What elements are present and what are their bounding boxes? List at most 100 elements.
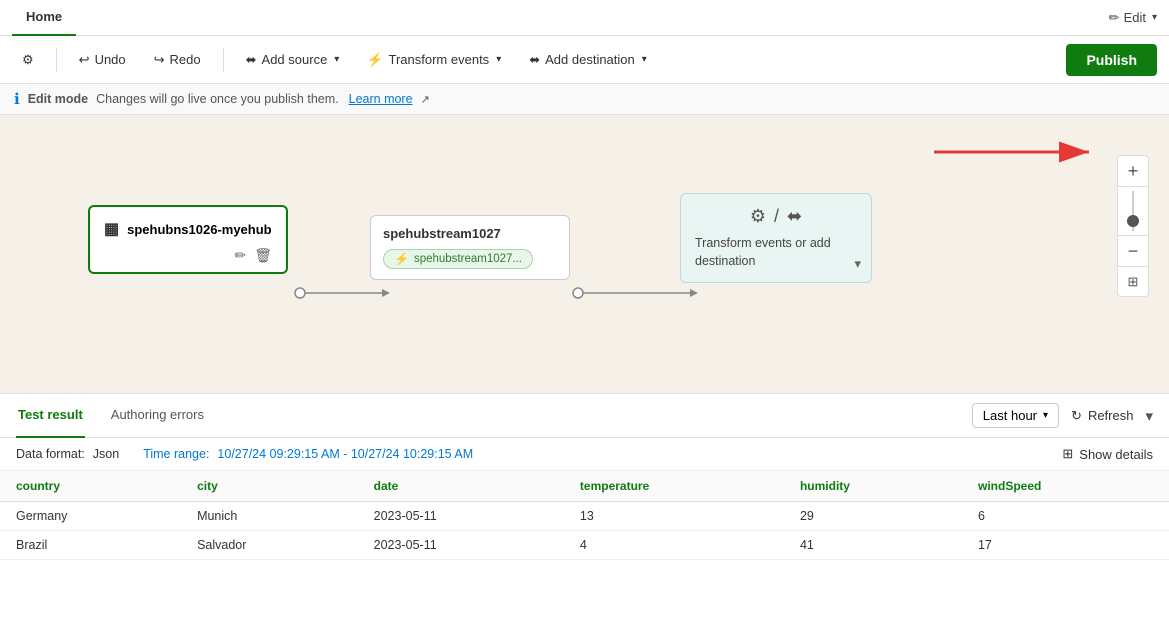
edit-button[interactable]: ✏ Edit ▾ — [1109, 10, 1157, 26]
undo-icon: ↩ — [79, 52, 90, 68]
show-details-icon: ⊞ — [1062, 446, 1073, 462]
stream-badge-label: spehubstream1027... — [414, 253, 522, 265]
cell-windSpeed: 6 — [962, 502, 1169, 531]
add-dest-chevron: ▾ — [642, 54, 647, 65]
zoom-out-button[interactable]: − — [1118, 236, 1148, 266]
time-range-label: Time range: — [143, 447, 209, 461]
zoom-controls: + − ⊞ — [1117, 155, 1149, 297]
cell-date: 2023-05-11 — [358, 531, 564, 560]
cell-temperature: 4 — [564, 531, 784, 560]
delete-source-icon[interactable]: 🗑 — [254, 247, 272, 264]
pencil-icon: ✏ — [1109, 10, 1120, 26]
add-dest-icon: ⬌ — [529, 52, 540, 68]
refresh-label: Refresh — [1088, 408, 1134, 423]
cell-humidity: 29 — [784, 502, 962, 531]
time-range-value-display: 10/27/24 09:29:15 AM - 10/27/24 10:29:15… — [217, 447, 473, 461]
settings-button[interactable]: ⚙ — [12, 46, 44, 74]
slash-divider: / — [774, 206, 779, 227]
edit-label: Edit — [1124, 10, 1146, 25]
stream-node[interactable]: spehubstream1027 ⚡ spehubstream1027... — [370, 215, 570, 280]
data-format-label: Data format: — [16, 447, 85, 461]
toolbar-separator — [56, 48, 57, 72]
tab-home[interactable]: Home — [12, 0, 76, 36]
time-range-select[interactable]: Last hour ▾ — [972, 403, 1059, 428]
cell-date: 2023-05-11 — [358, 502, 564, 531]
chevron-down-icon: ▾ — [1152, 12, 1157, 23]
external-link-icon: ↗ — [421, 93, 430, 106]
edit-source-icon[interactable]: ✏ — [234, 247, 246, 264]
table-row: GermanyMunich2023-05-1113296 — [0, 502, 1169, 531]
edit-mode-label: Edit mode — [28, 92, 88, 106]
col-city: city — [181, 471, 358, 502]
add-source-label: Add source — [262, 52, 328, 67]
transform-icon: ⚡ — [367, 52, 383, 68]
table-row: BrazilSalvador2023-05-1144117 — [0, 531, 1169, 560]
publish-button[interactable]: Publish — [1066, 44, 1157, 76]
add-source-chevron: ▾ — [334, 54, 339, 65]
time-range-value: Last hour — [983, 408, 1037, 423]
tab-test-result[interactable]: Test result — [16, 394, 85, 438]
data-format-value: Json — [93, 447, 119, 461]
data-table: country city date temperature humidity w… — [0, 471, 1169, 560]
bottom-tabs: Test result Authoring errors Last hour ▾… — [0, 394, 1169, 438]
expand-button[interactable]: ▾ — [1145, 407, 1153, 425]
export-icon: ⬌ — [787, 206, 802, 227]
cell-country: Germany — [0, 502, 181, 531]
tab-bar: Home ✏ Edit ▾ — [0, 0, 1169, 36]
destination-node-text: Transform events or add destination — [695, 235, 857, 270]
add-destination-button[interactable]: ⬌ Add destination ▾ — [519, 46, 657, 74]
zoom-in-button[interactable]: + — [1118, 156, 1148, 186]
zoom-separator — [1118, 186, 1148, 187]
bottom-tab-actions: Last hour ▾ ↻ Refresh ▾ — [972, 403, 1153, 428]
stream-badge-icon: ⚡ — [394, 252, 409, 266]
cell-country: Brazil — [0, 531, 181, 560]
zoom-fit-button[interactable]: ⊞ — [1118, 266, 1148, 296]
gear-icon: ⚙ — [750, 206, 766, 227]
learn-more-link[interactable]: Learn more — [349, 92, 413, 106]
zoom-thumb[interactable] — [1127, 215, 1139, 227]
refresh-button[interactable]: ↻ Refresh — [1071, 408, 1133, 424]
publish-label: Publish — [1086, 52, 1137, 68]
add-source-icon: ⬌ — [246, 52, 257, 68]
toolbar: ⚙ ↩ Undo ↪ Redo ⬌ Add source ▾ ⚡ Transfo… — [0, 36, 1169, 84]
stream-badge: ⚡ spehubstream1027... — [383, 249, 533, 269]
time-range-chevron: ▾ — [1043, 410, 1048, 421]
table-header: country city date temperature humidity w… — [0, 471, 1169, 502]
col-windspeed: windSpeed — [962, 471, 1169, 502]
undo-label: Undo — [95, 52, 126, 67]
source-node[interactable]: ▦ spehubns1026-myehub ✏ 🗑 — [88, 205, 288, 274]
cell-humidity: 41 — [784, 531, 962, 560]
transform-chevron: ▾ — [496, 54, 501, 65]
toolbar-separator-2 — [223, 48, 224, 72]
cell-windSpeed: 17 — [962, 531, 1169, 560]
add-source-button[interactable]: ⬌ Add source ▾ — [236, 46, 350, 74]
info-bar: ℹ Edit mode Changes will go live once yo… — [0, 84, 1169, 115]
source-node-actions: ✏ 🗑 — [104, 247, 272, 264]
col-country: country — [0, 471, 181, 502]
tab-authoring-errors[interactable]: Authoring errors — [109, 394, 206, 438]
transform-label: Transform events — [389, 52, 490, 67]
destination-node[interactable]: ⚙ / ⬌ Transform events or add destinatio… — [680, 193, 872, 283]
show-details-label: Show details — [1079, 447, 1153, 462]
cell-city: Salvador — [181, 531, 358, 560]
show-details-button[interactable]: ⊞ Show details — [1062, 446, 1153, 462]
source-node-icon: ▦ — [104, 219, 119, 239]
col-date: date — [358, 471, 564, 502]
redo-label: Redo — [170, 52, 201, 67]
col-humidity: humidity — [784, 471, 962, 502]
cell-temperature: 13 — [564, 502, 784, 531]
add-destination-label: Add destination — [545, 52, 635, 67]
zoom-slider[interactable] — [1132, 191, 1134, 231]
source-node-title: ▦ spehubns1026-myehub — [104, 219, 272, 239]
cell-city: Munich — [181, 502, 358, 531]
col-temperature: temperature — [564, 471, 784, 502]
canvas: ▦ spehubns1026-myehub ✏ 🗑 spehubstream10… — [0, 115, 1169, 393]
tab-authoring-errors-label: Authoring errors — [111, 407, 204, 422]
redo-icon: ↪ — [154, 52, 165, 68]
redo-button[interactable]: ↪ Redo — [144, 46, 211, 74]
data-table-container: country city date temperature humidity w… — [0, 471, 1169, 560]
dest-chevron-icon[interactable]: ▾ — [854, 256, 861, 272]
refresh-icon: ↻ — [1071, 408, 1082, 424]
transform-events-button[interactable]: ⚡ Transform events ▾ — [357, 46, 511, 74]
undo-button[interactable]: ↩ Undo — [69, 46, 136, 74]
